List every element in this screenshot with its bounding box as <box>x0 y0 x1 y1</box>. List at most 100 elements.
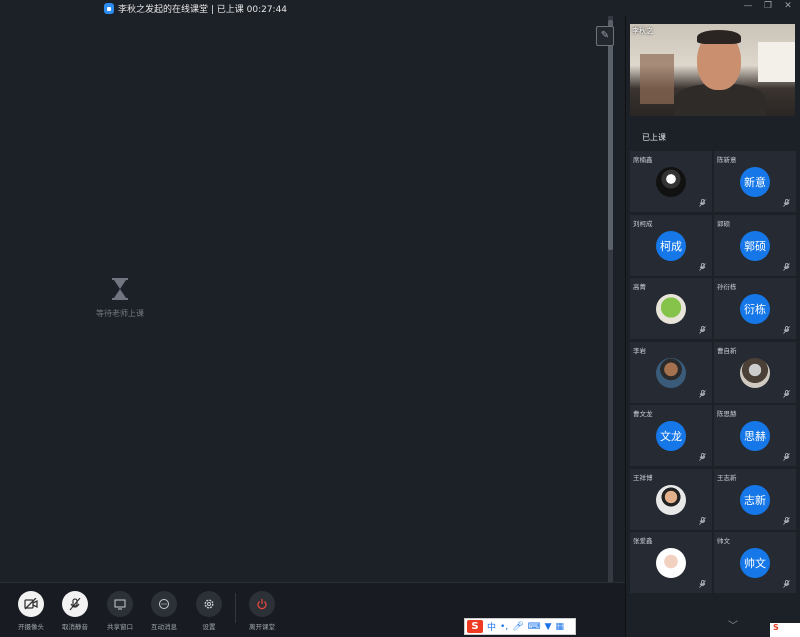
interactive-messages-button[interactable]: 互动消息 <box>144 591 184 631</box>
mic-muted-icon <box>783 262 790 271</box>
participant-tile[interactable]: 王祥博 <box>630 468 712 530</box>
participant-avatar: 郭硕 <box>740 230 770 261</box>
ime-mode[interactable]: 中 <box>487 620 496 633</box>
participant-name: 孙衍栋 <box>717 283 737 291</box>
participant-name: 席楠鑫 <box>633 156 653 164</box>
participant-name: 刘柯成 <box>633 219 653 228</box>
mic-muted-icon <box>699 262 706 271</box>
video-background-board <box>758 42 795 82</box>
participant-avatar <box>740 357 770 388</box>
participant-name: 曹文龙 <box>633 410 653 418</box>
mic-muted-icon <box>783 453 790 461</box>
sogou-logo-icon: S <box>467 620 483 633</box>
leave-classroom-label: 离开课堂 <box>249 623 275 631</box>
toolbar-divider <box>235 593 236 623</box>
participant-tile[interactable]: 陈思赫 思赫 <box>714 405 796 466</box>
participant-avatar: 文龙 <box>656 421 686 451</box>
share-window-button[interactable]: 共享窗口 <box>100 591 140 631</box>
close-icon[interactable]: ✕ <box>782 1 794 11</box>
mic-muted-icon <box>699 580 706 588</box>
interactive-messages-label: 互动消息 <box>151 623 177 631</box>
classroom-icon <box>104 2 114 14</box>
participant-avatar <box>656 484 686 515</box>
mic-muted-icon <box>699 199 706 207</box>
participant-tile[interactable]: 帅文 帅文 <box>714 532 796 593</box>
participant-name: 陈新意 <box>717 156 737 164</box>
video-background-shelf <box>640 54 674 104</box>
screen-share-icon <box>107 591 133 617</box>
participant-tile[interactable]: 孙衍栋 衍栋 <box>714 278 796 339</box>
participant-name: 帅文 <box>717 537 730 545</box>
participant-tile[interactable]: 郭硕 郭硕 <box>714 214 796 276</box>
unmute-button[interactable]: 取消静音 <box>55 591 95 631</box>
power-icon <box>249 591 275 617</box>
unmute-label: 取消静音 <box>62 623 88 631</box>
teacher-hair <box>697 30 741 44</box>
participant-tile[interactable]: 张爱鑫 <box>630 532 712 593</box>
settings-button[interactable]: 设置 <box>189 591 229 631</box>
tray-sogou-icon[interactable]: S <box>770 623 800 637</box>
mic-muted-icon <box>699 326 706 334</box>
participant-name: 王祥博 <box>633 473 653 482</box>
chat-bubble-icon <box>151 591 177 617</box>
participant-avatar: 思赫 <box>740 421 770 451</box>
participant-avatar <box>656 357 686 388</box>
participant-avatar: 衍栋 <box>740 294 770 324</box>
toolbox-icon[interactable]: ▦ <box>556 622 565 632</box>
chevron-down-icon[interactable]: ﹀ <box>728 617 738 632</box>
mic-muted-icon <box>783 580 790 588</box>
stage-scrollbar-thumb[interactable] <box>608 20 613 250</box>
mic-muted-icon <box>699 453 706 461</box>
leave-classroom-button[interactable]: 离开课堂 <box>242 591 282 631</box>
mic-muted-icon <box>783 516 790 525</box>
participant-name: 李岩 <box>633 346 646 355</box>
camera-label: 开摄像头 <box>18 623 44 631</box>
minimize-icon[interactable]: — <box>742 1 754 11</box>
participant-tile[interactable]: 曹文龙 文龙 <box>630 405 712 466</box>
teacher-name: 李秋之 <box>632 27 653 35</box>
attended-section-label: 已上课 <box>642 133 666 142</box>
window-title-text: 李秋之发起的在线课堂 | 已上课 00:27:44 <box>118 4 288 15</box>
mic-muted-icon <box>783 199 790 207</box>
participant-avatar <box>656 548 686 578</box>
ime-toolbar[interactable]: S 中 •, 🎤︎ ⌨︎ ▼ ▦ <box>464 618 576 635</box>
gear-icon <box>196 591 222 617</box>
title-bar: 李秋之发起的在线课堂 | 已上课 00:27:44 — ❐ ✕ <box>0 0 800 16</box>
waiting-indicator: 等待老师上课 <box>80 278 160 319</box>
participant-tile[interactable]: 曹自新 <box>714 341 796 403</box>
waiting-text: 等待老师上课 <box>96 309 144 318</box>
participant-avatar: 志新 <box>740 484 770 515</box>
teacher-video[interactable]: 李秋之 <box>630 24 795 116</box>
window-controls: — ❐ ✕ <box>742 1 794 11</box>
voice-icon[interactable]: 🎤︎ <box>512 622 523 632</box>
skin-icon[interactable]: ▼ <box>545 622 552 632</box>
participant-name: 张爱鑫 <box>633 537 653 545</box>
window-title: 李秋之发起的在线课堂 | 已上课 00:27:44 <box>104 1 287 15</box>
camera-off-icon <box>18 591 44 617</box>
participant-name: 曹自新 <box>717 346 737 355</box>
participant-avatar <box>656 294 686 324</box>
participant-tile[interactable]: 王志新 志新 <box>714 468 796 530</box>
participant-name: 郭硕 <box>717 219 730 228</box>
participant-tile[interactable]: 刘柯成 柯成 <box>630 214 712 276</box>
participant-name: 王志新 <box>717 473 737 482</box>
participant-tile[interactable]: 李岩 <box>630 341 712 403</box>
participant-avatar: 帅文 <box>740 548 770 578</box>
participant-name: 陈思赫 <box>717 410 737 418</box>
participant-name: 高菁 <box>633 283 646 291</box>
punctuation-icon[interactable]: •, <box>500 622 508 632</box>
participant-tile[interactable]: 高菁 <box>630 278 712 339</box>
mic-muted-icon <box>699 389 706 398</box>
participant-avatar: 新意 <box>740 167 770 197</box>
participant-tile[interactable]: 陈新意 新意 <box>714 151 796 212</box>
keyboard-icon[interactable]: ⌨︎ <box>528 622 541 632</box>
restore-icon[interactable]: ❐ <box>762 1 774 11</box>
share-window-label: 共享窗口 <box>107 623 133 631</box>
participant-tile[interactable]: 席楠鑫 <box>630 151 712 212</box>
classroom-window: 李秋之发起的在线课堂 | 已上课 00:27:44 — ❐ ✕ ✎ 等待老师上课… <box>0 0 800 637</box>
participant-avatar: 柯成 <box>656 230 686 261</box>
mic-muted-icon <box>699 516 706 525</box>
whiteboard-edit-icon[interactable]: ✎ <box>596 26 614 46</box>
hourglass-icon <box>112 278 128 300</box>
camera-button[interactable]: 开摄像头 <box>11 591 51 631</box>
